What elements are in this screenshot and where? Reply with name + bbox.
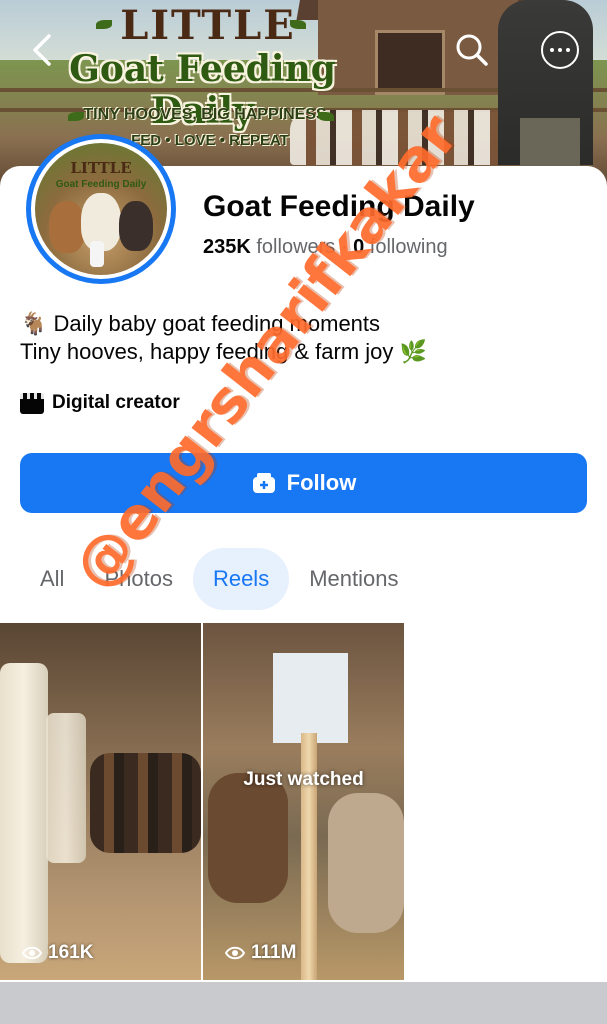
chevron-left-icon: [33, 34, 51, 66]
cover-barn-door: [375, 30, 445, 95]
page-title: Goat Feeding Daily: [203, 190, 475, 223]
more-horizontal-icon: [541, 31, 579, 69]
view-count: 161K: [22, 942, 93, 964]
back-button[interactable]: [22, 30, 62, 70]
milk-bottle: [90, 241, 104, 267]
follow-button-label: Follow: [286, 470, 357, 495]
cover-tagline: TINY HOOVES, BIG HAPPINESS: [83, 106, 327, 123]
profile-avatar[interactable]: LITTLE Goat Feeding Daily: [26, 134, 176, 284]
followers-count[interactable]: 235K: [203, 236, 251, 258]
reel-thumbnail[interactable]: Just watched 111M: [203, 623, 404, 980]
tab-reels[interactable]: Reels: [192, 548, 290, 610]
profile-tabs: All Photos Reels Mentions: [20, 548, 418, 610]
category-label: Digital creator: [52, 392, 180, 413]
avatar-image: LITTLE Goat Feeding Daily: [35, 143, 167, 275]
leaf-icon: [318, 112, 334, 121]
clapperboard-icon: [20, 392, 44, 414]
profile-bio: 🐐 Daily baby goat feeding moments Tiny h…: [20, 310, 580, 366]
search-button[interactable]: [452, 30, 492, 70]
reel-thumbnail[interactable]: 161K: [0, 623, 201, 980]
tab-all[interactable]: All: [20, 548, 84, 610]
avatar-subtitle: Goat Feeding Daily: [55, 179, 147, 190]
followers-label[interactable]: followers: [256, 236, 335, 258]
category-row: Digital creator: [20, 392, 180, 414]
goat-figure: [208, 773, 288, 903]
bottom-bar: [0, 982, 607, 1024]
just-watched-label: Just watched: [243, 769, 364, 790]
milk-jar: [46, 713, 86, 863]
tab-mentions[interactable]: Mentions: [289, 548, 418, 610]
following-label[interactable]: following: [370, 236, 448, 258]
stats-separator: ·: [340, 236, 348, 258]
leaf-icon: [68, 112, 84, 121]
bio-line-2: Tiny hooves, happy feeding & farm joy 🌿: [20, 339, 427, 364]
follow-stats: 235K followers · 0 following: [203, 236, 448, 259]
barn-doorway: [273, 653, 348, 743]
search-icon: [456, 34, 488, 66]
follow-button[interactable]: Follow: [20, 453, 587, 513]
goat-figure: [119, 201, 153, 251]
avatar-title: LITTLE: [70, 159, 132, 177]
milk-jar: [0, 663, 48, 963]
view-count: 111M: [225, 942, 296, 964]
more-options-button[interactable]: [540, 30, 580, 70]
tab-photos[interactable]: Photos: [84, 548, 193, 610]
bio-line-1: 🐐 Daily baby goat feeding moments: [20, 311, 381, 336]
leaf-icon: [96, 20, 112, 29]
follow-icon: [252, 473, 275, 493]
following-count[interactable]: 0: [353, 236, 364, 258]
view-count-value: 111M: [251, 942, 297, 963]
eye-icon: [225, 946, 245, 960]
cover-title-line1: LITTLE: [120, 2, 296, 49]
eye-icon: [22, 946, 42, 960]
view-count-value: 161K: [48, 942, 94, 963]
goat-herd: [90, 753, 201, 853]
goat-figure: [328, 793, 404, 933]
leaf-icon: [290, 20, 306, 29]
goat-figure: [49, 201, 85, 253]
